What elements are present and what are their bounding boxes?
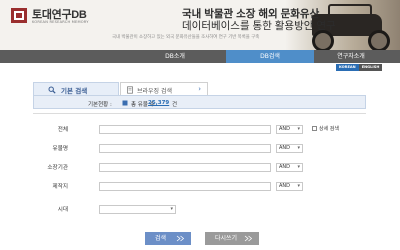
chevron-down-icon: ▾	[297, 144, 300, 151]
main-nav: DB소개 DB검색 연구자소개	[0, 50, 400, 63]
origin-operator-value: AND	[279, 182, 291, 189]
institution-input[interactable]	[99, 162, 271, 172]
reset-button-label: 다시쓰기	[215, 235, 238, 242]
artifact-name-input[interactable]	[99, 143, 271, 153]
institution-operator-select[interactable]: AND ▾	[276, 162, 303, 172]
search-button[interactable]: 검색	[145, 232, 191, 245]
count-unit: 건	[172, 101, 178, 108]
tab-browse-search-label: 브라우징 검색	[137, 87, 173, 95]
brand-subtitle: KOREAN RESEARCH MEMORY	[32, 20, 89, 24]
row-label-artifact-name: 유물명	[52, 146, 68, 152]
origin-operator-select[interactable]: AND ▾	[276, 181, 303, 191]
collection-count-bar: 기본현황 : 총 유물 수 25,379 건	[33, 95, 366, 109]
institution-operator-value: AND	[279, 163, 291, 170]
row-label-origin: 제작지	[52, 184, 68, 190]
nav-db-intro[interactable]: DB소개	[140, 50, 210, 63]
tab-basic-search[interactable]: 기본 검색	[33, 82, 119, 95]
era-select[interactable]: ▾	[99, 204, 176, 214]
detail-search-label: 상세 검색	[319, 125, 339, 132]
chevron-down-icon: ▾	[297, 182, 300, 189]
language-switch: KOREAN ENGLISH	[336, 64, 383, 71]
count-value[interactable]: 25,379	[148, 100, 169, 106]
all-field-input[interactable]	[99, 124, 271, 134]
project-title-line2: 데이터베이스를 통한 활용방안 연구	[182, 20, 336, 32]
chevron-right-icon: ›	[198, 85, 201, 93]
count-label: 기본현황 :	[88, 101, 112, 108]
row-label-all: 전체	[57, 127, 68, 133]
row-label-institution: 소장기관	[47, 165, 68, 171]
box-icon	[122, 100, 128, 106]
lang-english[interactable]: ENGLISH	[358, 64, 383, 71]
detail-search-checkbox[interactable]	[312, 126, 317, 131]
magnifier-icon	[48, 86, 56, 94]
row-label-era: 시대	[57, 207, 68, 213]
reset-button[interactable]: 다시쓰기	[205, 232, 259, 245]
nav-db-search[interactable]: DB검색	[226, 50, 314, 63]
origin-input[interactable]	[99, 181, 271, 191]
nav-researchers[interactable]: 연구자소개	[316, 50, 386, 63]
chevron-down-icon: ▾	[297, 163, 300, 170]
all-operator-value: AND	[279, 125, 291, 132]
tab-browse-search[interactable]: 브라우징 검색 ›	[120, 82, 208, 95]
arrow-icon	[244, 235, 253, 242]
lang-korean[interactable]: KOREAN	[336, 64, 359, 71]
artifact-name-operator-select[interactable]: AND ▾	[276, 143, 303, 153]
chevron-down-icon: ▾	[297, 125, 300, 132]
tab-basic-search-label: 기본 검색	[61, 87, 88, 95]
arrow-icon	[176, 235, 185, 242]
search-button-label: 검색	[155, 235, 167, 242]
logo-icon[interactable]	[10, 7, 28, 24]
document-icon	[127, 86, 133, 94]
artifact-name-operator-value: AND	[279, 144, 291, 151]
project-tagline: 국내 박물관이 소장하고 있는 외국 문화유산들을 조사하여 연구 기반 목록을…	[112, 35, 260, 40]
all-operator-select[interactable]: AND ▾	[276, 124, 303, 134]
chevron-down-icon: ▾	[170, 205, 173, 212]
